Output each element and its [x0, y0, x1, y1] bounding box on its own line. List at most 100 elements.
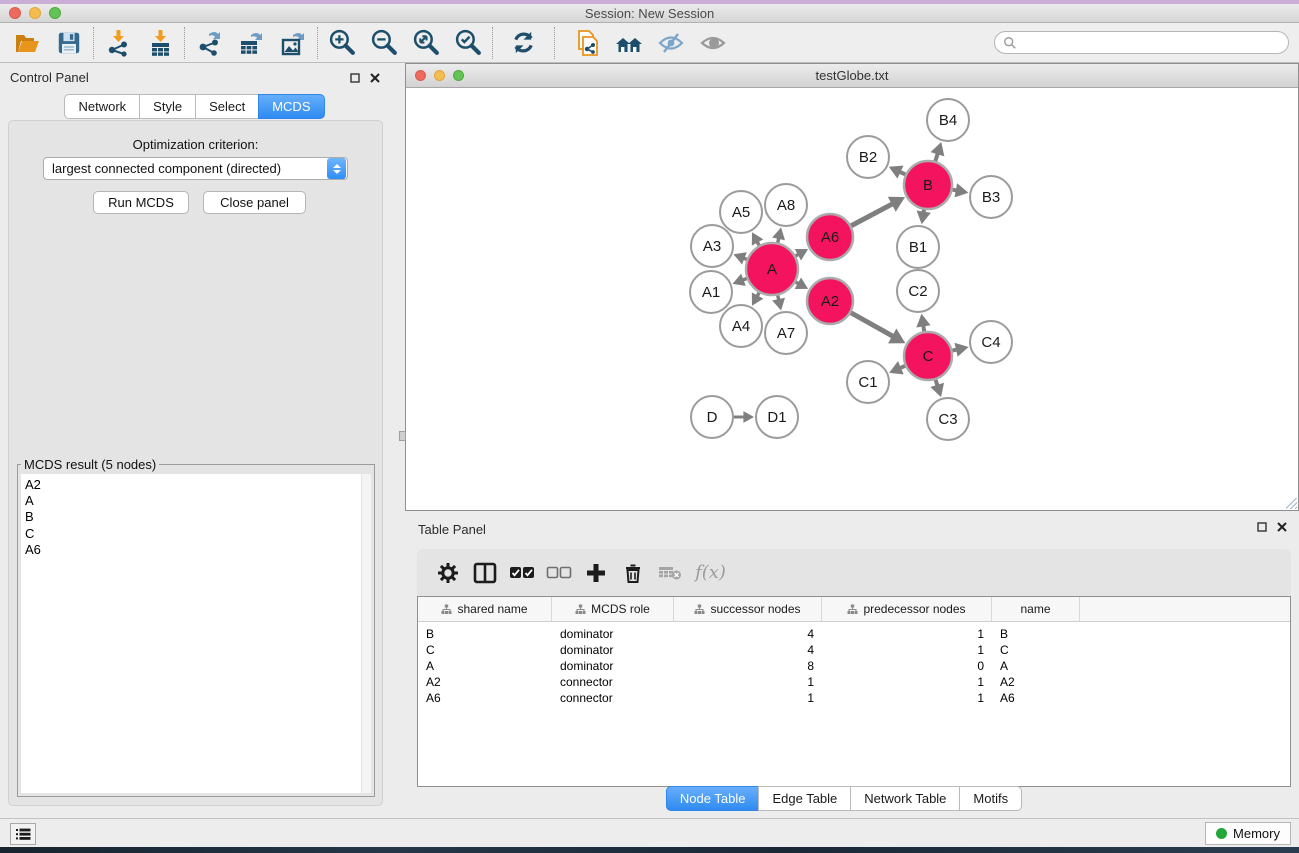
- tab-select[interactable]: Select: [195, 94, 259, 119]
- tab-style[interactable]: Style: [139, 94, 196, 119]
- mcds-result-scrollbar[interactable]: [361, 474, 371, 793]
- float-panel-icon[interactable]: [348, 71, 362, 85]
- column-header-label: successor nodes: [710, 602, 800, 616]
- mcds-result-item[interactable]: C: [21, 526, 361, 542]
- zoom-selected-button[interactable]: [447, 24, 489, 62]
- desktop-wallpaper-bottom: [0, 847, 1299, 853]
- show-columns-button[interactable]: [466, 554, 503, 591]
- table-cell[interactable]: dominator: [552, 627, 674, 641]
- select-all-button[interactable]: [503, 554, 540, 591]
- table-settings-button[interactable]: [429, 554, 466, 591]
- tab-mcds[interactable]: MCDS: [258, 94, 324, 119]
- save-session-button[interactable]: [48, 24, 90, 62]
- float-table-panel-icon[interactable]: [1255, 520, 1269, 534]
- table-cell[interactable]: 1: [822, 675, 992, 689]
- column-header-shared-name[interactable]: shared name: [418, 597, 552, 621]
- close-panel-icon[interactable]: [368, 71, 382, 85]
- graph-edge-A2-C[interactable]: [851, 313, 894, 337]
- table-cell[interactable]: dominator: [552, 659, 674, 673]
- list-icon: [16, 828, 31, 841]
- import-table-icon: [146, 29, 174, 57]
- table-row[interactable]: Cdominator41C: [418, 642, 1290, 658]
- tab-network[interactable]: Network: [64, 94, 140, 119]
- mcds-result-item[interactable]: A6: [21, 542, 361, 558]
- vertical-splitter-handle[interactable]: [399, 431, 406, 441]
- table-cell[interactable]: 1: [822, 643, 992, 657]
- table-cell[interactable]: A6: [992, 691, 1080, 705]
- table-cell[interactable]: A2: [992, 675, 1080, 689]
- function-builder-button[interactable]: f(x): [692, 554, 729, 591]
- table-cell[interactable]: 0: [822, 659, 992, 673]
- import-table-button[interactable]: [139, 24, 181, 62]
- task-history-button[interactable]: [10, 823, 36, 845]
- mcds-result-item[interactable]: A: [21, 493, 361, 509]
- zoom-out-button[interactable]: [363, 24, 405, 62]
- first-neighbors-button[interactable]: [608, 24, 650, 62]
- tab-motifs[interactable]: Motifs: [959, 786, 1022, 811]
- export-network-button[interactable]: [188, 24, 230, 62]
- table-cell[interactable]: connector: [552, 675, 674, 689]
- graph-edge-arrowhead: [931, 142, 945, 156]
- table-cell[interactable]: 4: [674, 627, 822, 641]
- table-cell[interactable]: 8: [674, 659, 822, 673]
- checked-boxes-icon: [509, 566, 535, 580]
- table-cell[interactable]: 1: [674, 691, 822, 705]
- tab-edge-table[interactable]: Edge Table: [758, 786, 851, 811]
- delete-column-button[interactable]: [614, 554, 651, 591]
- export-image-button[interactable]: [272, 24, 314, 62]
- delete-table-button[interactable]: [651, 554, 688, 591]
- tab-network-table[interactable]: Network Table: [850, 786, 960, 811]
- network-view-titlebar[interactable]: testGlobe.txt: [406, 64, 1298, 88]
- table-cell[interactable]: connector: [552, 691, 674, 705]
- zoom-fit-button[interactable]: [405, 24, 447, 62]
- memory-button[interactable]: Memory: [1205, 822, 1291, 845]
- refresh-button[interactable]: [502, 24, 544, 62]
- network-resize-grip[interactable]: [1286, 498, 1297, 509]
- table-cell[interactable]: C: [992, 643, 1080, 657]
- table-cell[interactable]: 1: [822, 691, 992, 705]
- tab-node-table[interactable]: Node Table: [666, 786, 760, 811]
- network-graph[interactable]: B4B2BB3A5A8A6A3B1AA1C2A2A4A7CC4C1C3DD1: [406, 88, 1298, 510]
- hide-selected-button[interactable]: [650, 24, 692, 62]
- table-cell[interactable]: A: [992, 659, 1080, 673]
- table-cell[interactable]: 1: [822, 627, 992, 641]
- close-table-panel-icon[interactable]: [1275, 520, 1289, 534]
- column-header-predecessor-nodes[interactable]: predecessor nodes: [822, 597, 992, 621]
- table-cell[interactable]: B: [418, 627, 552, 641]
- graph-node-label: B: [923, 177, 933, 194]
- table-row[interactable]: A2connector11A2: [418, 674, 1290, 690]
- table-cell[interactable]: 1: [674, 675, 822, 689]
- search-field[interactable]: [994, 31, 1289, 54]
- control-panel-titlebar: Control Panel: [0, 68, 390, 88]
- table-cell[interactable]: A: [418, 659, 552, 673]
- column-header-MCDS-role[interactable]: MCDS role: [552, 597, 674, 621]
- graph-edge-arrowhead: [916, 314, 930, 328]
- table-cell[interactable]: B: [992, 627, 1080, 641]
- import-network-button[interactable]: [97, 24, 139, 62]
- column-header-successor-nodes[interactable]: successor nodes: [674, 597, 822, 621]
- create-column-button[interactable]: [577, 554, 614, 591]
- export-table-button[interactable]: [230, 24, 272, 62]
- show-all-button[interactable]: [692, 24, 734, 62]
- mcds-result-item[interactable]: A2: [21, 477, 361, 493]
- table-cell[interactable]: A2: [418, 675, 552, 689]
- close-panel-button[interactable]: Close panel: [203, 191, 306, 214]
- table-row[interactable]: Bdominator41B: [418, 626, 1290, 642]
- graph-edge-A6-B[interactable]: [851, 203, 893, 225]
- table-row[interactable]: A6connector11A6: [418, 690, 1290, 706]
- zoom-in-button[interactable]: [321, 24, 363, 62]
- mcds-result-item[interactable]: B: [21, 509, 361, 525]
- run-mcds-button[interactable]: Run MCDS: [93, 191, 189, 214]
- search-icon: [1003, 36, 1017, 50]
- column-header-name[interactable]: name: [992, 597, 1080, 621]
- deselect-all-button[interactable]: [540, 554, 577, 591]
- open-session-button[interactable]: [6, 24, 48, 62]
- table-cell[interactable]: A6: [418, 691, 552, 705]
- table-row[interactable]: Adominator80A: [418, 658, 1290, 674]
- clone-network-button[interactable]: [566, 24, 608, 62]
- table-cell[interactable]: C: [418, 643, 552, 657]
- table-cell[interactable]: 4: [674, 643, 822, 657]
- table-cell[interactable]: dominator: [552, 643, 674, 657]
- optimization-criterion-select[interactable]: largest connected component (directed): [43, 157, 348, 180]
- search-input[interactable]: [1017, 32, 1288, 53]
